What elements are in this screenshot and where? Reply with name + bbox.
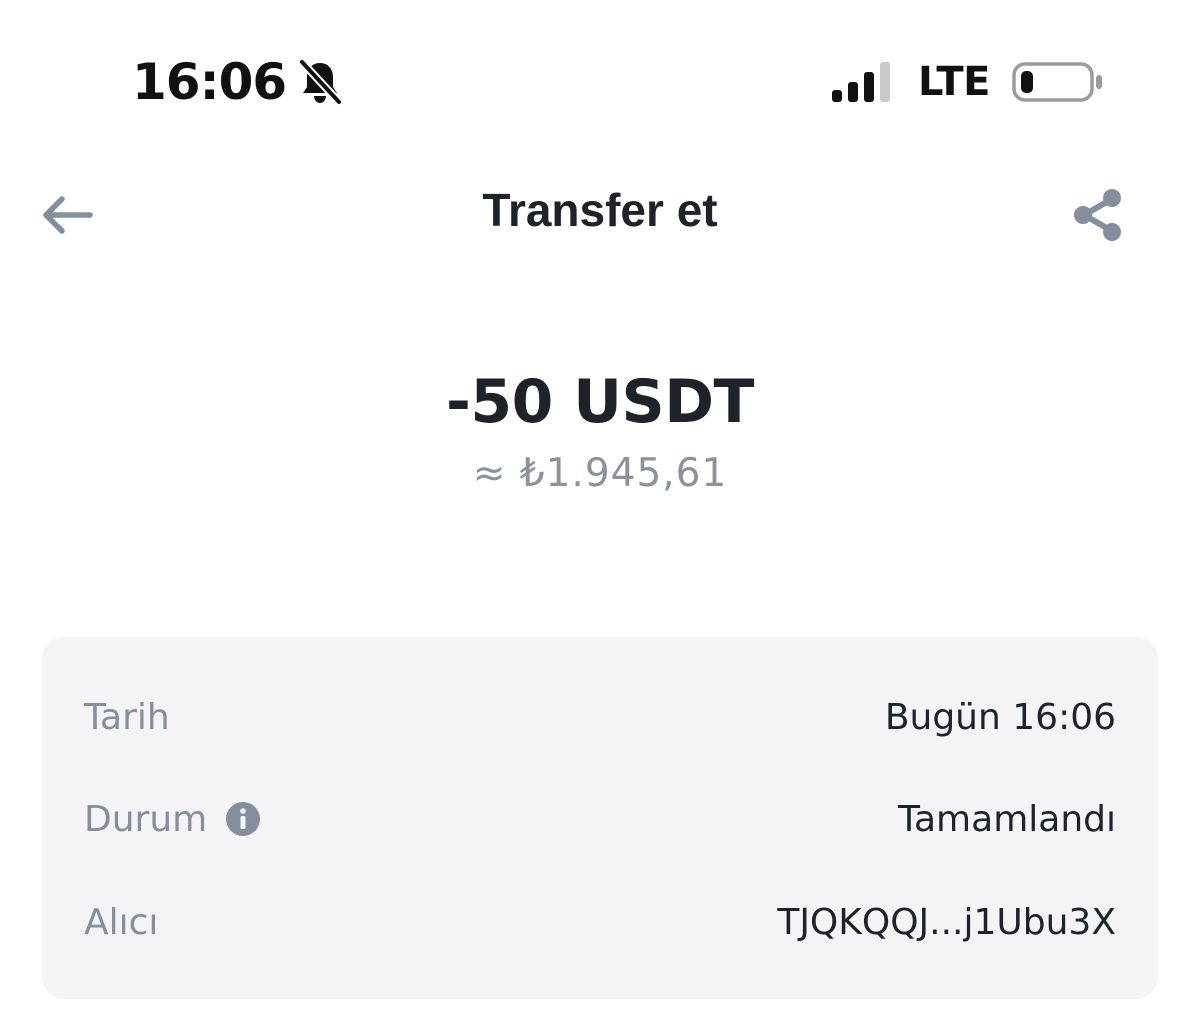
amount-value: -50 USDT bbox=[446, 367, 754, 437]
share-button[interactable] bbox=[1064, 181, 1132, 249]
detail-value: Tamamlandı bbox=[897, 798, 1116, 840]
amount-section: -50 USDT ≈ ₺1.945,61 bbox=[0, 360, 1200, 502]
signal-icon bbox=[832, 62, 891, 102]
page-title: Transfer et bbox=[482, 184, 718, 236]
amount-fiat-equivalent: ≈ ₺1.945,61 bbox=[472, 451, 728, 496]
status-time: 16:06 bbox=[132, 53, 287, 111]
recipient-address[interactable]: TJQKQQJ...j1Ubu3X bbox=[777, 902, 1116, 943]
detail-label: Alıcı bbox=[84, 901, 159, 943]
status-bar: 16:06 LTE bbox=[0, 0, 1200, 165]
detail-value: Bugün 16:06 bbox=[884, 696, 1116, 738]
detail-row-date: Tarih Bugün 16:06 bbox=[84, 687, 1116, 747]
detail-label: Tarih bbox=[84, 696, 170, 738]
info-icon[interactable] bbox=[225, 801, 261, 837]
bell-off-icon bbox=[298, 58, 343, 106]
detail-label: Durum bbox=[84, 798, 208, 840]
detail-row-recipient: Alıcı TJQKQQJ...j1Ubu3X bbox=[84, 892, 1116, 952]
status-right: LTE bbox=[832, 56, 1104, 108]
detail-label-group: Durum bbox=[84, 799, 261, 840]
battery-icon bbox=[1012, 62, 1102, 102]
network-label: LTE bbox=[918, 59, 990, 105]
status-time-group: 16:06 bbox=[132, 52, 343, 112]
detail-label-group: Tarih bbox=[84, 697, 170, 738]
details-card: Tarih Bugün 16:06 Durum Tamamlandı Alıcı… bbox=[42, 637, 1158, 999]
detail-row-status: Durum Tamamlandı bbox=[84, 789, 1116, 849]
share-icon bbox=[1074, 189, 1121, 241]
detail-label-group: Alıcı bbox=[84, 902, 158, 943]
nav-header: Transfer et bbox=[0, 165, 1200, 265]
